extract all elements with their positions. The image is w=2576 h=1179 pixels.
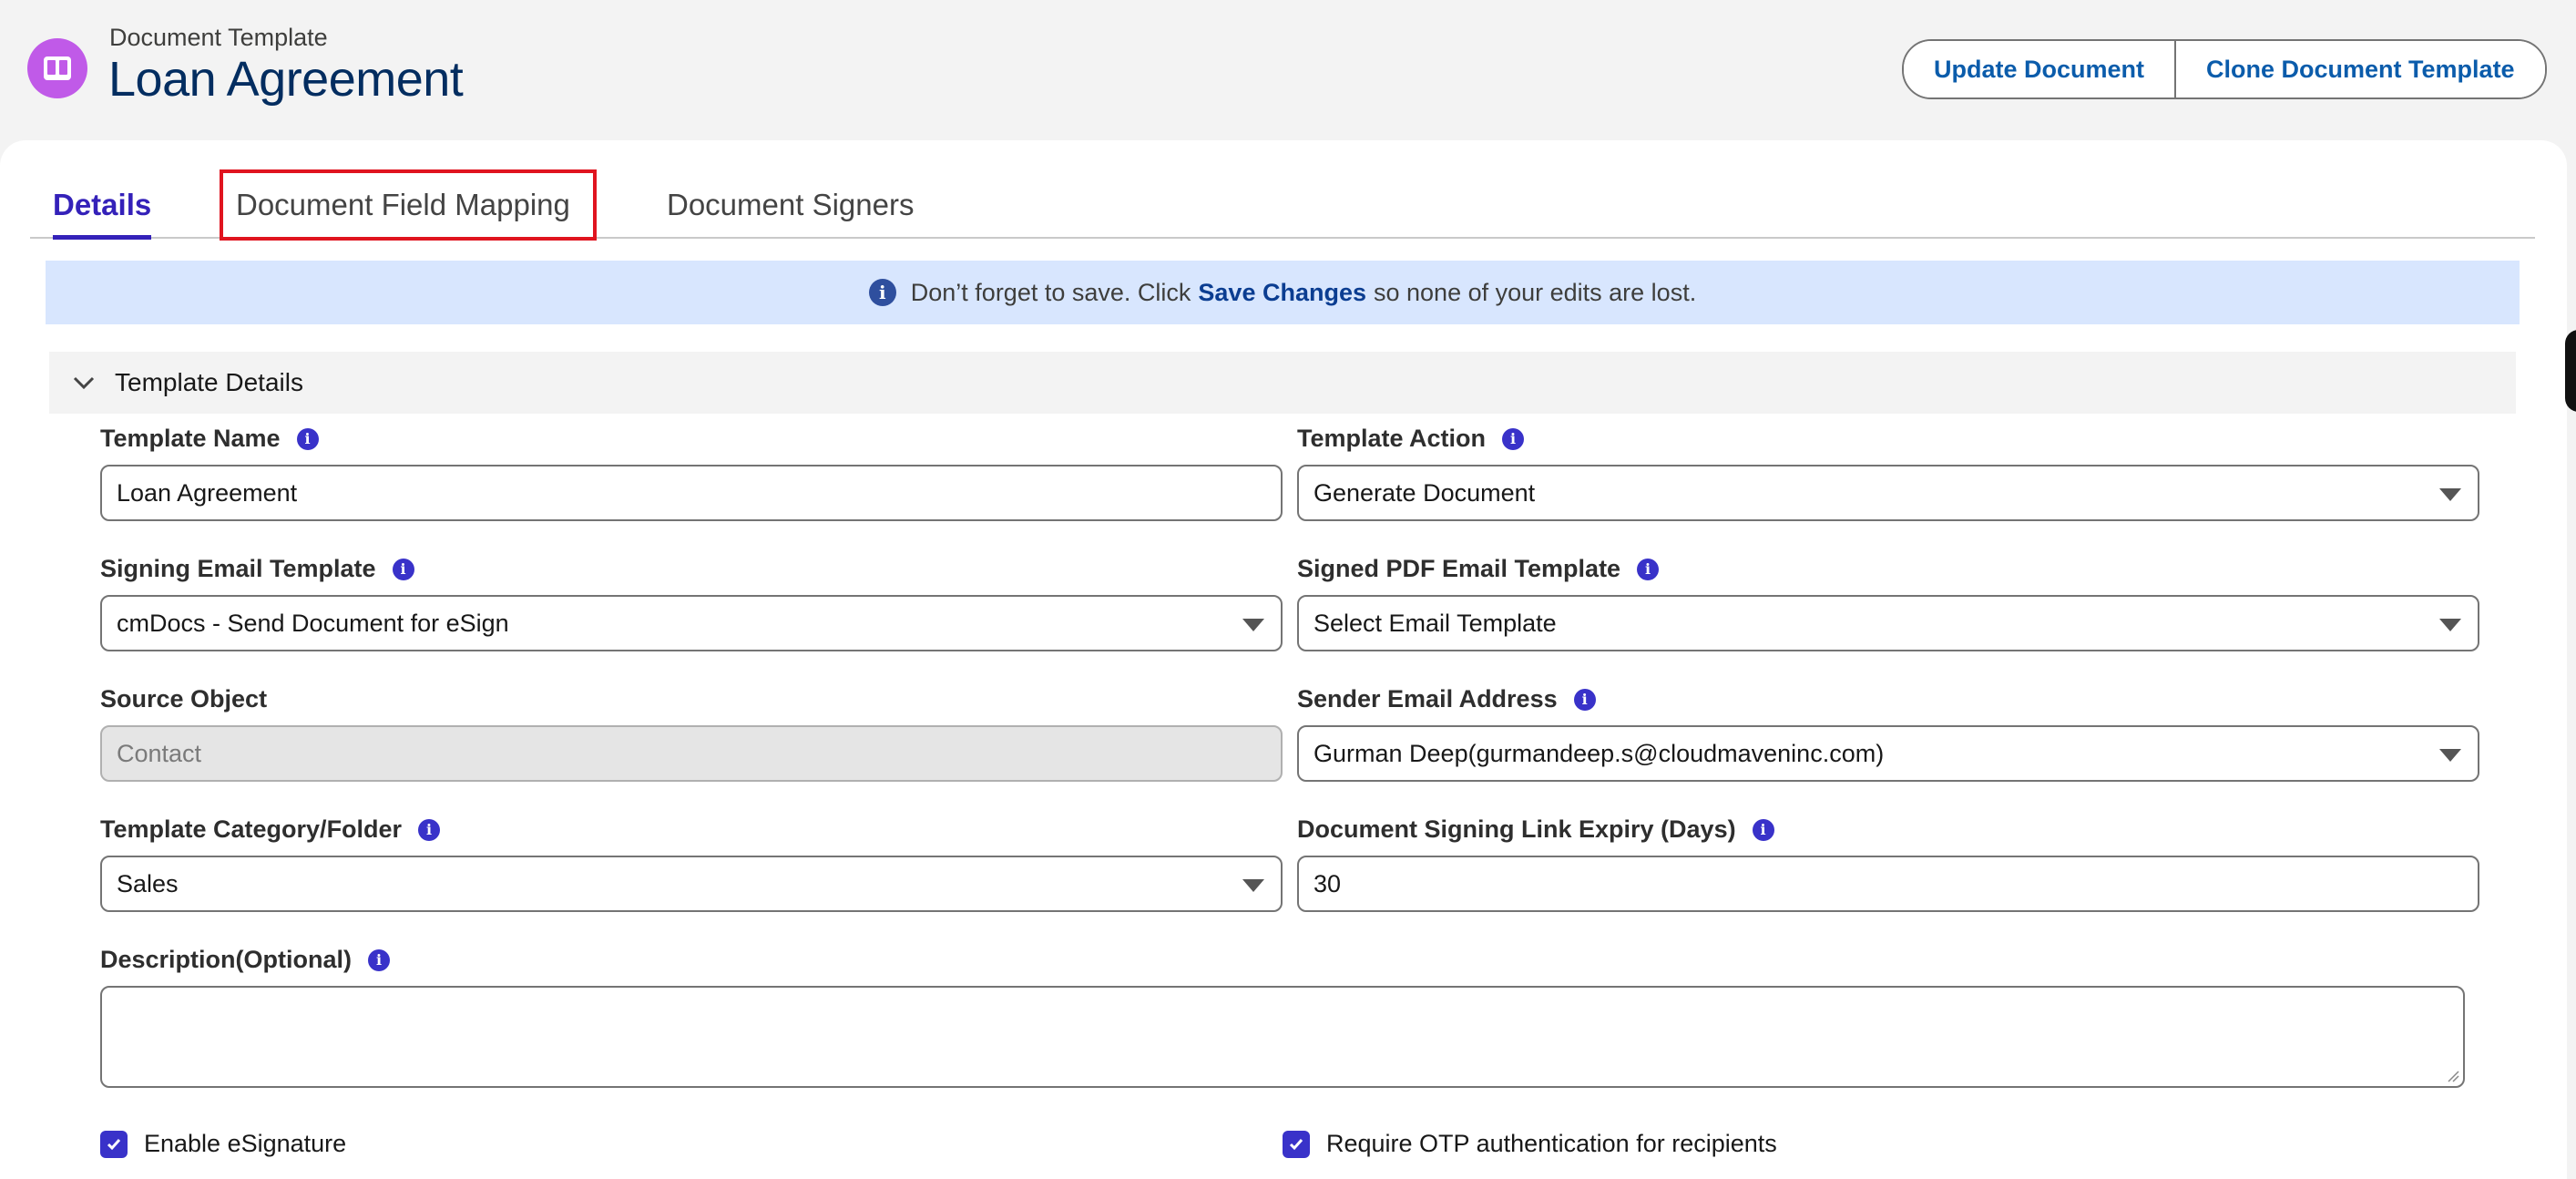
caret-down-icon <box>2439 749 2461 762</box>
info-icon: i <box>868 279 896 306</box>
enable-esignature-checkbox[interactable]: Enable eSignature <box>100 1130 346 1158</box>
signing-link-expiry-label: Document Signing Link Expiry (Days) i <box>1297 815 1774 844</box>
source-object-label-text: Source Object <box>100 685 268 713</box>
info-icon[interactable]: i <box>392 558 414 580</box>
template-name-input[interactable]: Loan Agreement <box>100 465 1283 521</box>
checkmark-icon[interactable] <box>100 1130 128 1158</box>
section-title: Template Details <box>115 368 303 396</box>
sender-email-address-select[interactable]: Gurman Deep(gurmandeep.s@cloudmaveninc.c… <box>1297 725 2479 782</box>
source-object-value: Contact <box>117 739 202 767</box>
caret-down-icon <box>2439 488 2461 501</box>
signed-pdf-email-template-value: Select Email Template <box>1314 609 1557 637</box>
template-category-label: Template Category/Folder i <box>100 815 441 844</box>
template-action-select[interactable]: Generate Document <box>1297 465 2479 521</box>
info-icon[interactable]: i <box>1637 558 1660 580</box>
description-label: Description(Optional) i <box>100 946 390 974</box>
signing-email-template-label-text: Signing Email Template <box>100 555 376 582</box>
info-icon[interactable]: i <box>368 948 390 971</box>
section-template-details[interactable]: Template Details <box>49 352 2516 414</box>
banner-text-suffix: so none of your edits are lost. <box>1374 278 1697 306</box>
require-otp-checkbox[interactable]: Require OTP authentication for recipient… <box>1283 1130 1777 1158</box>
page-title: Loan Agreement <box>108 52 464 107</box>
info-icon[interactable]: i <box>1752 818 1774 841</box>
template-action-label-text: Template Action <box>1297 425 1487 452</box>
template-category-select[interactable]: Sales <box>100 856 1283 912</box>
info-icon[interactable]: i <box>296 427 319 450</box>
signing-email-template-select[interactable]: cmDocs - Send Document for eSign <box>100 595 1283 651</box>
template-action-value: Generate Document <box>1314 478 1536 507</box>
template-name-label: Template Name i <box>100 425 319 453</box>
caret-down-icon <box>1242 879 1264 892</box>
signing-email-template-value: cmDocs - Send Document for eSign <box>117 609 509 637</box>
book-icon <box>27 38 87 98</box>
signing-link-expiry-label-text: Document Signing Link Expiry (Days) <box>1297 815 1736 843</box>
sender-email-address-label-text: Sender Email Address <box>1297 685 1558 713</box>
signed-pdf-email-template-select[interactable]: Select Email Template <box>1297 595 2479 651</box>
signed-pdf-email-template-label-text: Signed PDF Email Template <box>1297 555 1621 582</box>
object-label: Document Template <box>109 24 328 51</box>
tab-details[interactable]: Details <box>53 173 152 240</box>
description-label-text: Description(Optional) <box>100 946 352 973</box>
template-action-label: Template Action i <box>1297 425 1525 453</box>
save-reminder-banner: i Don’t forget to save. Click Save Chang… <box>46 261 2520 324</box>
info-icon[interactable]: i <box>1502 427 1525 450</box>
tab-highlight-box <box>220 169 597 241</box>
checkmark-icon[interactable] <box>1283 1130 1310 1158</box>
description-textarea[interactable] <box>100 986 2465 1088</box>
clone-document-template-button[interactable]: Clone Document Template <box>2174 41 2545 97</box>
sender-email-address-label: Sender Email Address i <box>1297 685 1596 713</box>
chevron-down-icon <box>73 376 95 390</box>
caret-down-icon <box>2439 619 2461 631</box>
signed-pdf-email-template-label: Signed PDF Email Template i <box>1297 555 1660 583</box>
tab-document-signers[interactable]: Document Signers <box>667 173 914 237</box>
info-icon[interactable]: i <box>418 818 441 841</box>
signing-link-expiry-input[interactable]: 30 <box>1297 856 2479 912</box>
banner-text-bold: Save Changes <box>1198 278 1366 306</box>
signing-email-template-label: Signing Email Template i <box>100 555 414 583</box>
signing-link-expiry-value: 30 <box>1314 869 1342 897</box>
header-actions: Update Document Clone Document Template <box>1902 39 2547 99</box>
enable-esignature-label: Enable eSignature <box>144 1130 347 1157</box>
caret-down-icon <box>1242 619 1264 631</box>
info-icon[interactable]: i <box>1573 688 1596 711</box>
template-category-value: Sales <box>117 869 179 897</box>
side-panel-handle[interactable] <box>2565 330 2576 412</box>
update-document-button[interactable]: Update Document <box>1904 41 2175 97</box>
source-object-input: Contact <box>100 725 1283 782</box>
template-name-label-text: Template Name <box>100 425 281 452</box>
template-name-value: Loan Agreement <box>117 478 298 507</box>
source-object-label: Source Object <box>100 685 267 713</box>
banner-text-prefix: Don’t forget to save. Click <box>910 278 1191 306</box>
require-otp-label: Require OTP authentication for recipient… <box>1326 1130 1777 1157</box>
sender-email-address-value: Gurman Deep(gurmandeep.s@cloudmaveninc.c… <box>1314 739 1885 767</box>
resize-handle-icon[interactable] <box>2445 1068 2459 1082</box>
template-category-label-text: Template Category/Folder <box>100 815 403 843</box>
